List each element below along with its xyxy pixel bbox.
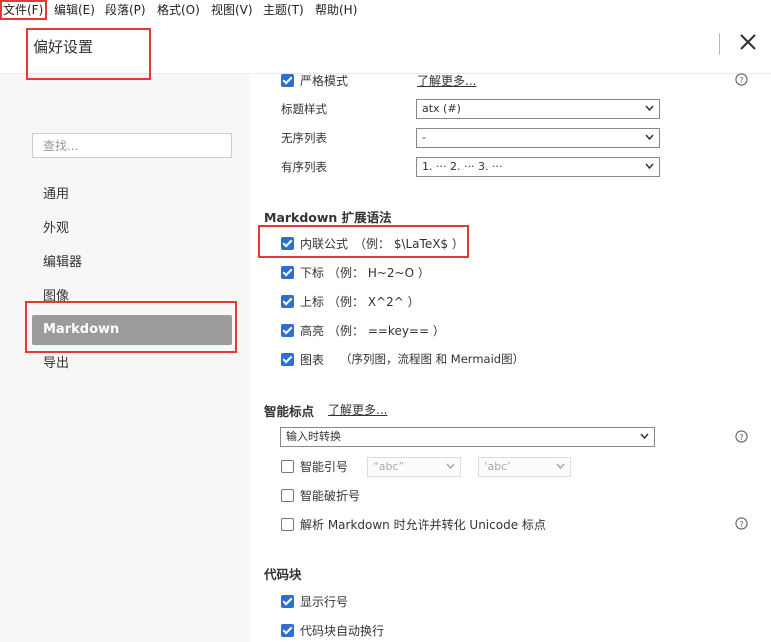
extensions-section-title: Markdown 扩展语法 — [264, 210, 392, 225]
close-icon[interactable] — [738, 32, 758, 52]
code-wrap-label: 代码块自动换行 — [300, 624, 385, 638]
ordered-list-select[interactable]: 1. ··· 2. ··· 3. ··· — [416, 157, 660, 177]
smart-dash-checkbox[interactable] — [281, 489, 294, 502]
code-wrap-checkbox[interactable] — [281, 624, 294, 637]
single-quote-style-value: ‘abc’ — [484, 460, 511, 473]
svg-text:?: ? — [739, 432, 743, 442]
strict-mode-checkbox[interactable] — [281, 74, 294, 87]
smart-punct-mode-value: 输入时转换 — [286, 430, 341, 443]
annotation-box-markdown-nav — [25, 301, 237, 353]
smart-quotes-checkbox[interactable] — [281, 460, 294, 473]
sidebar-item-appearance[interactable]: 外观 — [32, 214, 232, 244]
menu-theme[interactable]: 主题(T) — [263, 1, 304, 18]
ordered-list-value: 1. ··· 2. ··· 3. ··· — [422, 160, 503, 173]
sidebar-item-general[interactable]: 通用 — [32, 180, 232, 210]
sidebar-item-editor[interactable]: 编辑器 — [32, 248, 232, 278]
unordered-list-value: - — [422, 131, 426, 144]
smart-punct-mode-select[interactable]: 输入时转换 — [280, 427, 655, 447]
annotation-box-file-menu — [0, 0, 47, 20]
strict-mode-label: 严格模式 — [300, 74, 349, 88]
subscript-label: 下标 — [300, 266, 325, 280]
sidebar-item-export[interactable]: 导出 — [32, 349, 232, 379]
heading-style-value: atx (#) — [422, 102, 461, 115]
code-block-section-title: 代码块 — [264, 567, 302, 582]
diagrams-example: （序列图，流程图 和 Mermaid图） — [340, 352, 525, 366]
svg-text:?: ? — [739, 75, 743, 85]
highlight-checkbox[interactable] — [281, 324, 294, 337]
heading-style-select[interactable]: atx (#) — [416, 99, 660, 119]
superscript-checkbox[interactable] — [281, 295, 294, 308]
highlight-label: 高亮 — [300, 324, 325, 338]
chevron-down-icon — [645, 163, 654, 170]
smart-dash-label: 智能破折号 — [300, 489, 361, 503]
heading-style-label: 标题样式 — [281, 102, 327, 116]
double-quote-style-select[interactable]: “abc” — [367, 457, 461, 477]
help-icon[interactable]: ? — [735, 517, 748, 530]
superscript-label: 上标 — [300, 295, 325, 309]
svg-text:?: ? — [739, 519, 743, 529]
diagrams-checkbox[interactable] — [281, 353, 294, 366]
annotation-box-title — [26, 28, 151, 80]
strict-mode-learn-more-link[interactable]: 了解更多... — [417, 72, 476, 89]
superscript-example: （例： X^2^ ） — [328, 295, 420, 309]
menu-format[interactable]: 格式(O) — [157, 1, 200, 18]
ordered-list-label: 有序列表 — [281, 160, 327, 174]
annotation-box-inline-math — [258, 225, 469, 258]
chevron-down-icon — [446, 463, 455, 470]
diagrams-label: 图表 — [300, 353, 325, 367]
smart-punct-learn-more-link[interactable]: 了解更多... — [328, 401, 387, 418]
smart-quotes-label: 智能引号 — [300, 460, 349, 474]
chevron-down-icon — [645, 105, 654, 112]
single-quote-style-select[interactable]: ‘abc’ — [478, 457, 571, 477]
help-icon[interactable]: ? — [735, 430, 748, 443]
menu-bar: 文件(F) 编辑(E) 段落(P) 格式(O) 视图(V) 主题(T) 帮助(H… — [0, 0, 771, 18]
chevron-down-icon — [640, 433, 649, 440]
smart-punct-section-title: 智能标点 — [264, 404, 315, 419]
header-divider — [719, 33, 720, 55]
subscript-checkbox[interactable] — [281, 266, 294, 279]
highlight-example: （例： ==key== ） — [328, 324, 445, 338]
line-numbers-checkbox[interactable] — [281, 595, 294, 608]
subscript-example: （例： H~2~O ） — [328, 266, 430, 280]
unordered-list-select[interactable]: - — [416, 128, 660, 148]
chevron-down-icon — [645, 134, 654, 141]
double-quote-style-value: “abc” — [373, 460, 405, 473]
unicode-punct-checkbox[interactable] — [281, 518, 294, 531]
menu-paragraph[interactable]: 段落(P) — [105, 1, 146, 18]
search-input[interactable] — [32, 133, 232, 158]
line-numbers-label: 显示行号 — [300, 595, 349, 609]
menu-view[interactable]: 视图(V) — [211, 1, 253, 18]
help-icon[interactable]: ? — [735, 73, 748, 86]
menu-edit[interactable]: 编辑(E) — [54, 1, 95, 18]
unicode-punct-label: 解析 Markdown 时允许并转化 Unicode 标点 — [300, 518, 546, 532]
menu-help[interactable]: 帮助(H) — [315, 1, 357, 18]
chevron-down-icon — [556, 463, 565, 470]
unordered-list-label: 无序列表 — [281, 131, 327, 145]
